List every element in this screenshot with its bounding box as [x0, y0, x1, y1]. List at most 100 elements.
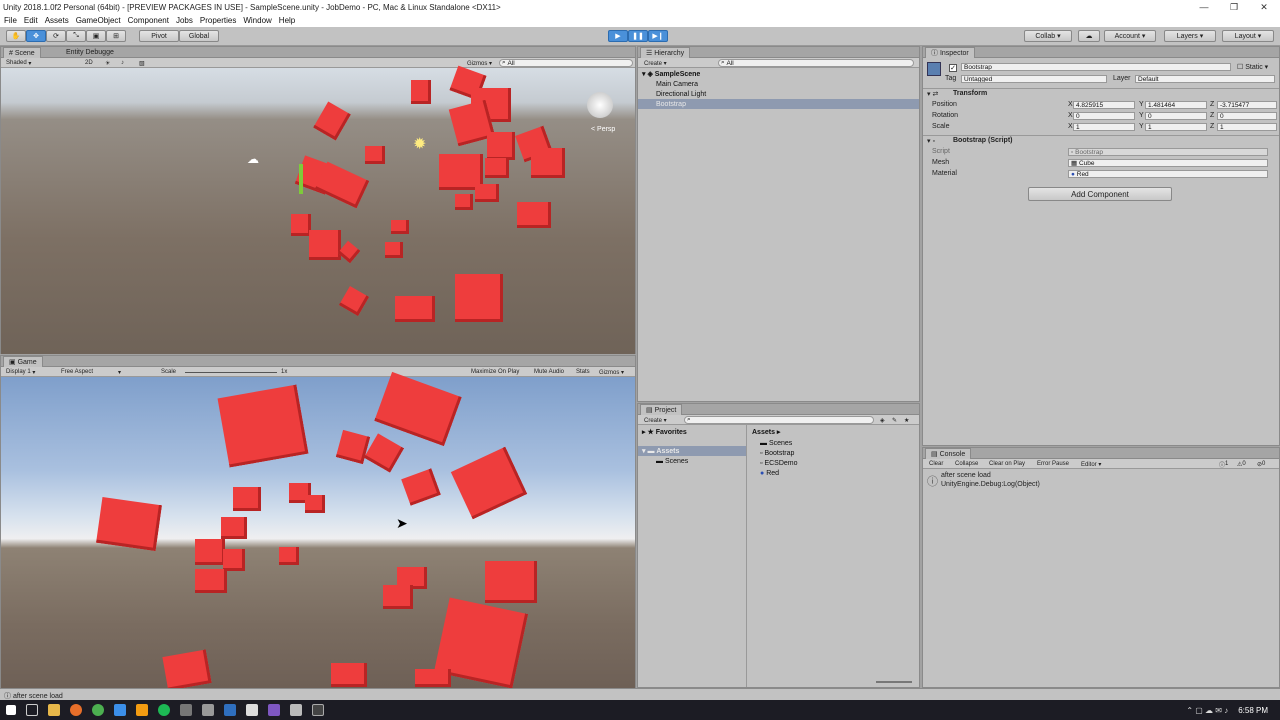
step-button[interactable]: ▶❙	[648, 30, 668, 42]
menu-component[interactable]: Component	[128, 16, 169, 25]
app-icon[interactable]	[180, 704, 192, 716]
tab-console[interactable]: ▤ Console	[925, 448, 972, 459]
tab-hierarchy[interactable]: ☰ Hierarchy	[640, 47, 691, 58]
file-scenes[interactable]: ▬ Scenes	[748, 438, 919, 448]
minimize-button[interactable]: —	[1190, 0, 1218, 14]
hand-tool-icon[interactable]: ✋	[6, 30, 26, 42]
console-clear-button[interactable]: Clear	[929, 460, 943, 468]
terminal-icon[interactable]	[312, 704, 324, 716]
scale-z-input[interactable]: 1	[1217, 123, 1277, 131]
scene-viewport[interactable]: ✹ ☁ < Persp	[1, 65, 635, 354]
layout-dropdown[interactable]: Layout ▾	[1222, 30, 1274, 42]
play-button[interactable]: ▶	[608, 30, 628, 42]
scale-y-input[interactable]: 1	[1145, 123, 1207, 131]
stats-button[interactable]: Stats	[576, 368, 590, 376]
visual-studio-code-icon[interactable]	[224, 704, 236, 716]
tag-dropdown[interactable]: Untagged	[961, 75, 1107, 83]
warning-count-toggle[interactable]: ⚠ 0	[1237, 460, 1246, 468]
menu-gameobject[interactable]: GameObject	[76, 16, 121, 25]
favorites-item[interactable]: ▸ ★ Favorites	[638, 427, 746, 437]
project-create-dropdown[interactable]: Create ▾	[644, 416, 667, 424]
chrome-icon[interactable]	[92, 704, 104, 716]
rotation-x-input[interactable]: 0	[1073, 112, 1135, 120]
menu-assets[interactable]: Assets	[45, 16, 69, 25]
game-viewport[interactable]: ➤	[1, 371, 635, 691]
scene-gizmos-dropdown[interactable]: Gizmos ▾	[467, 59, 492, 67]
layers-dropdown[interactable]: Layers ▾	[1164, 30, 1216, 42]
visual-studio-icon[interactable]	[268, 704, 280, 716]
maximize-button[interactable]: ❐	[1220, 0, 1248, 14]
shading-dropdown[interactable]: Shaded ▾	[6, 59, 31, 67]
hierarchy-search-input[interactable]: ⌕ All	[718, 59, 914, 67]
error-count-toggle[interactable]: ⊘ 0	[1257, 460, 1265, 468]
account-dropdown[interactable]: Account ▾	[1104, 30, 1156, 42]
close-button[interactable]: ✕	[1250, 0, 1278, 14]
lighting-icon[interactable]: ☀	[105, 59, 110, 67]
aspect-dropdown[interactable]: Free Aspect ▾	[61, 368, 121, 376]
rotate-tool-icon[interactable]: ⟳	[46, 30, 66, 42]
menu-help[interactable]: Help	[279, 16, 295, 25]
assets-breadcrumb[interactable]: Assets ▸	[748, 427, 919, 437]
project-search-input[interactable]: ⌕	[684, 416, 874, 424]
persp-label[interactable]: < Persp	[591, 126, 615, 133]
cloud-icon[interactable]: ☁	[1078, 30, 1100, 42]
menu-properties[interactable]: Properties	[200, 16, 236, 25]
unity-icon[interactable]	[246, 704, 258, 716]
position-y-input[interactable]: 1.481464	[1145, 101, 1207, 109]
game-gizmos-dropdown[interactable]: Gizmos ▾	[599, 368, 624, 376]
hierarchy-item-main-camera[interactable]: Main Camera	[638, 79, 919, 89]
vlc-icon[interactable]	[136, 704, 148, 716]
rect-tool-icon[interactable]: ▣	[86, 30, 106, 42]
file-red[interactable]: ● Red	[748, 468, 919, 478]
steam-icon[interactable]	[202, 704, 214, 716]
scale-tool-icon[interactable]: ⤡	[66, 30, 86, 42]
app-icon[interactable]	[290, 704, 302, 716]
editor-dropdown[interactable]: Editor ▾	[1081, 460, 1101, 468]
scale-x-input[interactable]: 1	[1073, 123, 1135, 131]
collab-button[interactable]: Collab ▾	[1024, 30, 1072, 42]
console-entry[interactable]: ⓘ after scene load UnityEngine.Debug:Log…	[923, 470, 1279, 492]
rotation-y-input[interactable]: 0	[1145, 112, 1207, 120]
hierarchy-item-directional-light[interactable]: Directional Light	[638, 89, 919, 99]
file-bootstrap[interactable]: ▫ Bootstrap	[748, 448, 919, 458]
effects-icon[interactable]: ▧	[139, 59, 145, 67]
position-z-input[interactable]: -3.715477	[1217, 101, 1277, 109]
clear-on-play-button[interactable]: Clear on Play	[989, 460, 1025, 468]
mute-audio-button[interactable]: Mute Audio	[534, 368, 564, 376]
tab-game[interactable]: ▣ Game	[3, 356, 43, 367]
pause-button[interactable]: ❚❚	[628, 30, 648, 42]
taskbar-clock[interactable]: 6:58 PM	[1238, 706, 1268, 715]
orientation-gizmo[interactable]	[587, 92, 613, 118]
position-x-input[interactable]: 4.825915	[1073, 101, 1135, 109]
tab-project[interactable]: ▤ Project	[640, 404, 683, 415]
tab-inspector[interactable]: ⓘ Inspector	[925, 47, 975, 58]
hierarchy-create-dropdown[interactable]: Create ▾	[644, 59, 667, 67]
add-component-button[interactable]: Add Component	[1028, 187, 1172, 201]
error-pause-button[interactable]: Error Pause	[1037, 460, 1069, 468]
system-tray-icons[interactable]: ⌃ ▢ ☁ ✉ ♪	[1186, 706, 1228, 715]
audio-icon[interactable]: ♪	[121, 59, 124, 67]
console-collapse-button[interactable]: Collapse	[955, 460, 978, 468]
spotify-icon[interactable]	[158, 704, 170, 716]
filter-label-icon[interactable]: ✎	[892, 416, 897, 424]
assets-tree-item[interactable]: ▾ ▬ Assets	[638, 446, 746, 456]
scenes-tree-item[interactable]: ▬ Scenes	[638, 456, 746, 466]
task-view-icon[interactable]	[26, 704, 38, 716]
file-explorer-icon[interactable]	[48, 704, 60, 716]
scale-slider[interactable]	[185, 372, 277, 373]
menu-jobs[interactable]: Jobs	[176, 16, 193, 25]
script-header[interactable]: ▾ ▫ Bootstrap (Script)	[923, 135, 1279, 146]
log-count-toggle[interactable]: ⓘ 1	[1219, 460, 1228, 469]
transform-tool-icon[interactable]: ⊞	[106, 30, 126, 42]
object-name-input[interactable]: Bootstrap	[961, 63, 1231, 71]
material-field[interactable]: ● Red	[1068, 170, 1268, 178]
scene-root-item[interactable]: ▾ ◈ SampleScene	[638, 69, 919, 79]
display-dropdown[interactable]: Display 1 ▾	[6, 368, 35, 376]
move-tool-icon[interactable]: ✥	[26, 30, 46, 42]
active-checkbox[interactable]: ✓	[949, 64, 957, 72]
firefox-icon[interactable]	[70, 704, 82, 716]
layer-dropdown[interactable]: Default	[1135, 75, 1275, 83]
transform-header[interactable]: ▾ ⇄ Transform	[923, 88, 1279, 99]
menu-file[interactable]: File	[4, 16, 17, 25]
menu-window[interactable]: Window	[243, 16, 271, 25]
